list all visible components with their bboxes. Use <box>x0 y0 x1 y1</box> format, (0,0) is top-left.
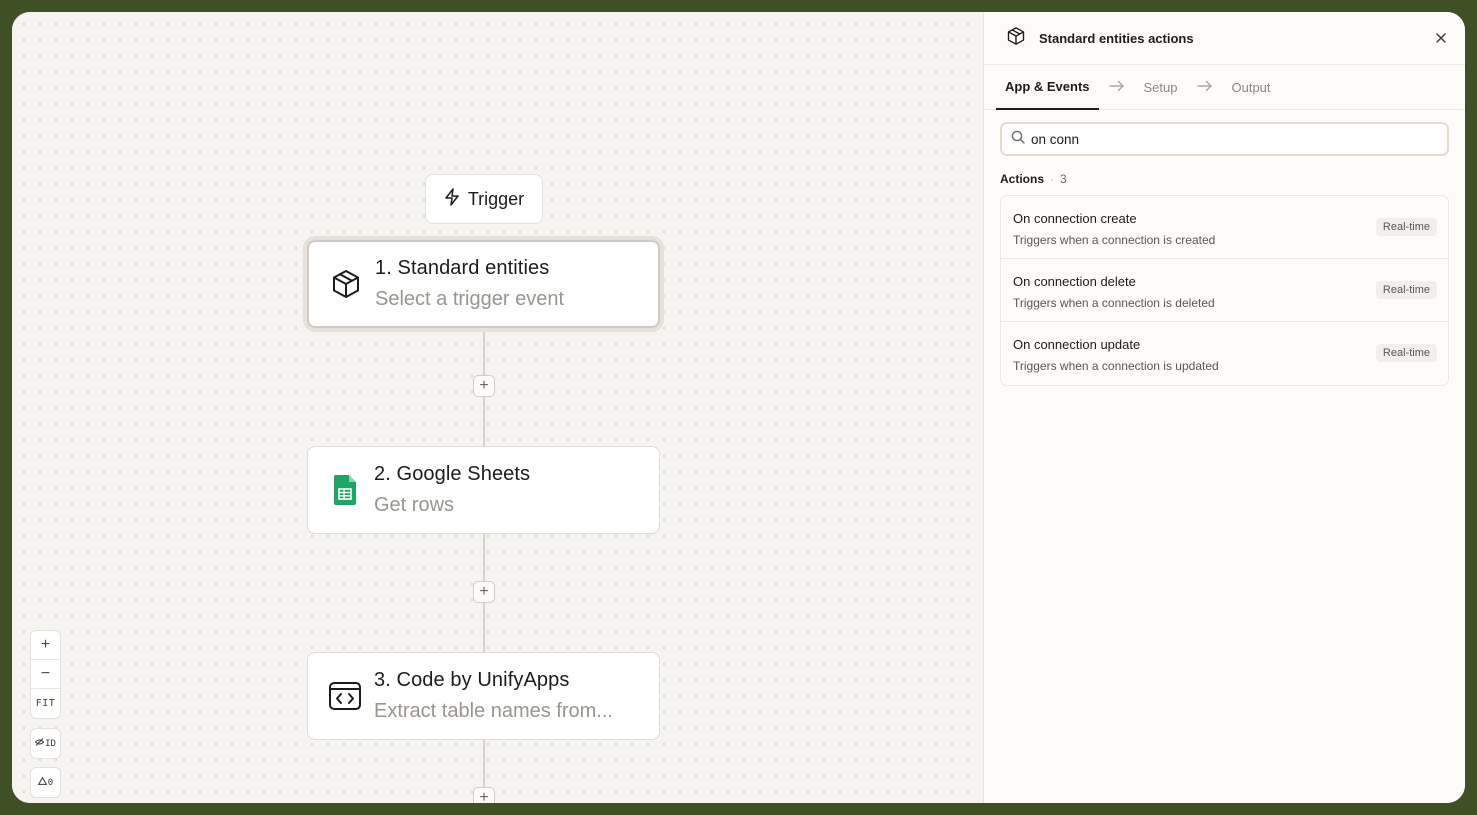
actions-section-header: Actions · 3 <box>1000 172 1465 186</box>
step-tabs: App & Events Setup Output <box>984 65 1465 110</box>
panel-title: Standard entities actions <box>1039 30 1194 46</box>
app-window: Trigger 1. Standard entities Select a tr… <box>12 12 1465 803</box>
action-item-connection-update[interactable]: On connection update Triggers when a con… <box>1001 322 1448 385</box>
action-list: On connection create Triggers when a con… <box>1000 195 1449 386</box>
google-sheets-icon <box>328 473 362 507</box>
close-icon[interactable] <box>1433 30 1449 46</box>
id-label: ID <box>45 738 56 749</box>
trigger-label: Trigger <box>467 188 525 209</box>
separator-dot: · <box>1050 172 1055 186</box>
zoom-controls: + − FIT <box>30 630 61 719</box>
tab-output[interactable]: Output <box>1223 65 1280 110</box>
fit-view-button[interactable]: FIT <box>31 689 60 718</box>
add-step-button[interactable]: + <box>473 581 495 603</box>
action-description: Triggers when a connection is updated <box>1013 359 1219 373</box>
trigger-chip[interactable]: Trigger <box>425 174 543 224</box>
action-description: Triggers when a connection is created <box>1013 233 1216 247</box>
zoom-in-button[interactable]: + <box>31 631 60 660</box>
workflow-node-code[interactable]: 3. Code by UnifyApps Extract table names… <box>307 652 660 740</box>
node-subtitle: Extract table names from... <box>374 700 613 722</box>
workflow-node-google-sheets[interactable]: 2. Google Sheets Get rows <box>307 446 660 534</box>
zoom-out-button[interactable]: − <box>31 660 60 689</box>
arrow-right-icon <box>1196 79 1213 96</box>
search-input[interactable] <box>1031 131 1411 147</box>
panel-header: Standard entities actions <box>984 12 1465 65</box>
add-step-button[interactable]: + <box>473 787 495 803</box>
action-description: Triggers when a connection is deleted <box>1013 296 1215 310</box>
search-icon <box>1011 130 1025 149</box>
cube-icon <box>1006 26 1026 51</box>
node-subtitle: Get rows <box>374 494 455 516</box>
cube-icon <box>329 267 363 301</box>
add-step-button[interactable]: + <box>473 375 495 397</box>
arrow-right-icon <box>1108 79 1125 96</box>
search-field <box>1000 122 1449 156</box>
action-title: On connection create <box>1013 211 1137 226</box>
tab-app-events[interactable]: App & Events <box>996 65 1099 110</box>
eye-off-icon <box>34 738 45 749</box>
actions-panel: Standard entities actions App & Events S… <box>983 12 1465 803</box>
node-subtitle: Select a trigger event <box>375 288 564 310</box>
code-icon <box>328 679 362 713</box>
section-count: 3 <box>1060 172 1067 186</box>
action-title: On connection delete <box>1013 274 1136 289</box>
realtime-badge: Real-time <box>1375 344 1437 362</box>
toggle-id-button[interactable]: ID <box>30 728 61 759</box>
node-title: 2. Google Sheets <box>374 463 531 485</box>
section-label: Actions <box>1000 172 1045 186</box>
warnings-count: 0 <box>47 777 54 788</box>
action-title: On connection update <box>1013 337 1141 352</box>
warning-icon <box>37 776 48 788</box>
warnings-button[interactable]: 0 <box>30 767 61 798</box>
action-item-connection-create[interactable]: On connection create Triggers when a con… <box>1001 196 1448 259</box>
realtime-badge: Real-time <box>1375 281 1437 299</box>
node-title: 1. Standard entities <box>375 257 550 279</box>
workflow-canvas[interactable]: Trigger 1. Standard entities Select a tr… <box>12 12 983 803</box>
tab-setup[interactable]: Setup <box>1135 65 1187 110</box>
workflow-node-standard-entities[interactable]: 1. Standard entities Select a trigger ev… <box>307 240 660 328</box>
realtime-badge: Real-time <box>1375 218 1437 236</box>
node-title: 3. Code by UnifyApps <box>374 669 570 691</box>
action-item-connection-delete[interactable]: On connection delete Triggers when a con… <box>1001 259 1448 322</box>
lightning-icon <box>444 187 460 211</box>
